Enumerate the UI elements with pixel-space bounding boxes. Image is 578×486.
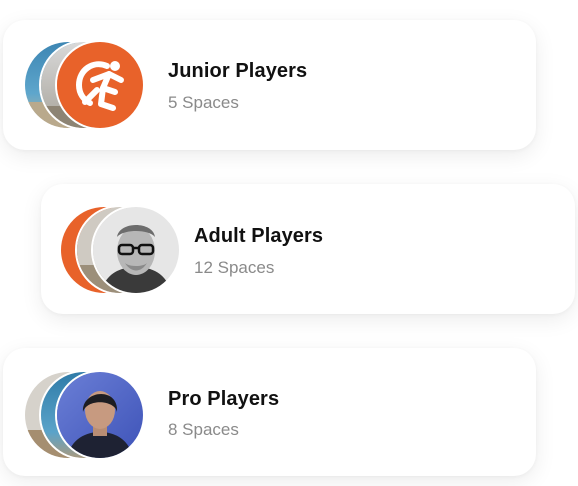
- running-figure-logo-icon: [55, 40, 145, 130]
- avatar-stack: [59, 205, 189, 295]
- group-card-pro-players[interactable]: Pro Players 8 Spaces: [3, 348, 536, 476]
- space-groups-list: Junior Players 5 Spaces Adult Players 12…: [0, 0, 578, 486]
- avatar-stack: [23, 370, 153, 460]
- group-title: Junior Players: [168, 60, 308, 82]
- avatar-stack: [23, 40, 153, 130]
- group-title: Pro Players: [168, 388, 280, 410]
- group-space-count: 5 Spaces: [168, 93, 239, 112]
- avatar: [55, 370, 145, 460]
- group-space-count: 8 Spaces: [168, 420, 239, 439]
- group-card-junior-players[interactable]: Junior Players 5 Spaces: [3, 20, 536, 150]
- group-title: Adult Players: [194, 225, 324, 247]
- group-space-count: 12 Spaces: [194, 258, 275, 277]
- avatar: [91, 205, 181, 295]
- group-card-adult-players[interactable]: Adult Players 12 Spaces: [41, 184, 575, 314]
